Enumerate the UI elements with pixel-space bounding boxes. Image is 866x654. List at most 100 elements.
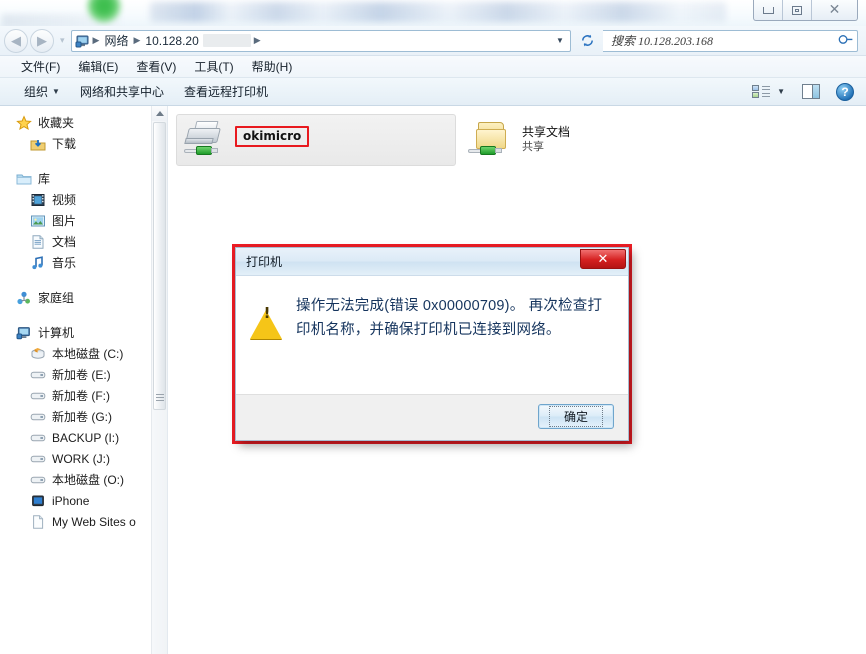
breadcrumb-item-1[interactable]: 10.128.20	[142, 34, 201, 48]
breadcrumb: ▶ 网络 ▶ 10.128.20 ▶	[75, 32, 263, 49]
sidebar-label: 本地磁盘 (O:)	[52, 473, 124, 487]
forward-button[interactable]: ▶	[30, 28, 54, 53]
sidebar-item-documents[interactable]: 文档	[0, 231, 167, 252]
refresh-button[interactable]	[575, 30, 599, 52]
iphone-icon	[30, 493, 46, 509]
restore-icon	[792, 5, 802, 15]
drive-icon	[30, 472, 46, 488]
address-path-box[interactable]: ▶ 网络 ▶ 10.128.20 ▶ ▼	[70, 29, 571, 52]
documents-icon	[30, 234, 46, 250]
breadcrumb-sep-0[interactable]: ▶	[91, 35, 102, 46]
item-labels: 共享文档 共享	[522, 119, 570, 154]
sidebar-label: iPhone	[52, 493, 90, 508]
sidebar-label: WORK (J:)	[52, 451, 110, 466]
sidebar-label: 视频	[52, 193, 77, 207]
breadcrumb-sep-2[interactable]: ▶	[252, 35, 263, 46]
dialog-close-button[interactable]: ✕	[580, 249, 626, 269]
chevron-down-icon: ▼	[777, 87, 785, 96]
sidebar-item-homegroup[interactable]: 家庭组	[0, 287, 167, 308]
menu-bar: 文件(F) 编辑(E) 查看(V) 工具(T) 帮助(H)	[0, 56, 866, 78]
window-title-redacted	[150, 2, 726, 22]
sidebar-label: BACKUP (I:)	[52, 430, 120, 445]
sidebar-label: 新加卷 (F:)	[52, 389, 110, 403]
folder-name: 共享文档	[522, 125, 571, 139]
sidebar-item-libraries[interactable]: 库	[0, 168, 167, 189]
video-icon	[30, 192, 46, 208]
sidebar-label: 下载	[52, 137, 77, 151]
sidebar-item-drive-i[interactable]: BACKUP (I:)	[0, 427, 167, 448]
restore-button[interactable]	[783, 0, 812, 20]
scroll-up-button[interactable]	[152, 106, 167, 121]
search-input[interactable]: 搜索 10.128.203.168	[611, 32, 839, 49]
sidebar-item-downloads[interactable]: 下载	[0, 133, 167, 154]
shared-folder-icon	[468, 119, 516, 161]
preview-pane-button[interactable]	[794, 82, 828, 101]
view-remote-printers-button[interactable]: 查看远程打印机	[174, 80, 278, 103]
dialog-red-highlight: 打印机 ✕ ! 操作无法完成(错误 0x00000709)。 再次检查打印机名称…	[232, 244, 632, 444]
scrollbar-thumb[interactable]	[153, 122, 166, 410]
sidebar-scrollbar[interactable]	[151, 106, 167, 654]
item-labels: okimicro	[235, 120, 310, 147]
ok-button[interactable]: 确定	[538, 404, 614, 429]
help-button[interactable]: ?	[832, 81, 858, 103]
menu-item-edit[interactable]: 编辑(E)	[69, 56, 127, 77]
title-bar: ✕	[0, 0, 866, 26]
breadcrumb-sep-1[interactable]: ▶	[131, 35, 142, 46]
nav-history-caret[interactable]: ▾	[60, 35, 65, 46]
system-drive-icon	[30, 346, 46, 362]
change-view-button[interactable]: ▼	[750, 82, 790, 101]
back-button[interactable]: ◀	[4, 28, 28, 53]
sidebar-item-computer[interactable]: 计算机	[0, 322, 167, 343]
sidebar-item-drive-o[interactable]: 本地磁盘 (O:)	[0, 469, 167, 490]
music-icon	[30, 255, 46, 271]
menu-item-file[interactable]: 文件(F)	[12, 56, 69, 77]
help-icon: ?	[836, 82, 854, 101]
sidebar-item-my-web-sites[interactable]: My Web Sites o	[0, 511, 167, 532]
sidebar-item-drive-f[interactable]: 新加卷 (F:)	[0, 385, 167, 406]
close-button[interactable]: ✕	[812, 0, 857, 20]
sidebar-label: 库	[38, 172, 51, 186]
star-icon	[16, 114, 32, 131]
printer-name-highlighted[interactable]: okimicro	[235, 126, 310, 147]
dialog-body: ! 操作无法完成(错误 0x00000709)。 再次检查打印机名称，并确保打印…	[236, 276, 628, 394]
menu-item-tools[interactable]: 工具(T)	[185, 56, 242, 77]
sidebar-item-drive-j[interactable]: WORK (J:)	[0, 448, 167, 469]
window-controls: ✕	[753, 0, 858, 21]
sidebar-label: 家庭组	[38, 291, 75, 305]
sidebar-label: 新加卷 (G:)	[52, 410, 112, 424]
organize-button[interactable]: 组织 ▼	[14, 80, 70, 103]
search-box[interactable]: 搜索 10.128.203.168	[603, 29, 858, 52]
breadcrumb-item-0[interactable]: 网络	[101, 32, 131, 49]
sidebar-label: 计算机	[38, 326, 75, 340]
list-item-shared-docs[interactable]: 共享文档 共享	[464, 114, 744, 166]
sidebar-item-drive-c[interactable]: 本地磁盘 (C:)	[0, 343, 167, 364]
drive-icon	[30, 409, 46, 425]
sidebar-item-drive-e[interactable]: 新加卷 (E:)	[0, 364, 167, 385]
drive-icon	[30, 388, 46, 404]
sidebar-item-videos[interactable]: 视频	[0, 189, 167, 210]
address-dropdown-icon[interactable]: ▼	[552, 36, 568, 45]
homegroup-icon	[16, 290, 32, 306]
sidebar-item-drive-g[interactable]: 新加卷 (G:)	[0, 406, 167, 427]
sidebar-item-music[interactable]: 音乐	[0, 252, 167, 273]
menu-item-view[interactable]: 查看(V)	[127, 56, 185, 77]
triangle-up-icon	[155, 111, 164, 116]
items-container: okimicro 共享文档 共享	[176, 114, 866, 166]
navigation-pane: 收藏夹 下载 库 视频 图片 文档 音乐 家庭组 计算机 本地磁盘 (C:) 新…	[0, 106, 168, 654]
library-icon	[16, 171, 32, 187]
minimize-button[interactable]	[754, 0, 783, 20]
minimize-icon	[762, 6, 774, 14]
downloads-icon	[30, 136, 46, 152]
sidebar-item-favorites[interactable]: 收藏夹	[0, 112, 167, 133]
sidebar-item-iphone[interactable]: iPhone	[0, 490, 167, 511]
dialog-message: 操作无法完成(错误 0x00000709)。 再次检查打印机名称，并确保打印机已…	[296, 298, 603, 338]
dialog-footer: 确定	[236, 394, 628, 440]
sidebar-label: 新加卷 (E:)	[52, 368, 111, 382]
list-item-printer[interactable]: okimicro	[176, 114, 456, 166]
network-and-sharing-center-button[interactable]: 网络和共享中心	[70, 80, 174, 103]
sidebar-item-pictures[interactable]: 图片	[0, 210, 167, 231]
network-computer-icon	[75, 33, 91, 49]
menu-item-help[interactable]: 帮助(H)	[243, 56, 302, 77]
